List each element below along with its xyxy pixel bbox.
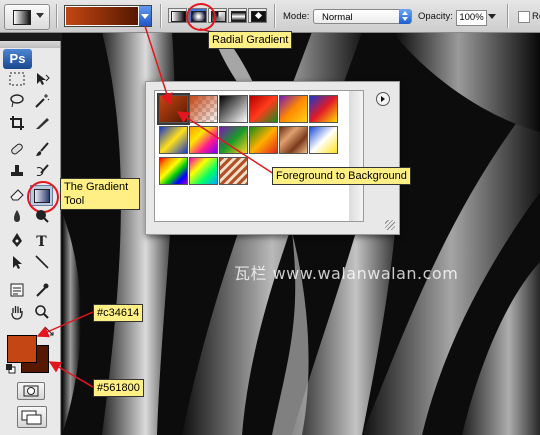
gradient-swatch[interactable] <box>279 95 308 123</box>
eyedropper-tool-icon[interactable] <box>30 282 53 303</box>
quick-mask-button[interactable] <box>17 382 45 400</box>
tool-preset-picker[interactable] <box>4 4 50 30</box>
mode-select[interactable]: Normal <box>313 9 412 24</box>
photoshop-logo[interactable]: Ps <box>3 49 32 69</box>
mode-value: Normal <box>322 12 353 23</box>
gradient-swatch[interactable] <box>189 95 218 123</box>
gradient-picker-button[interactable] <box>64 5 152 27</box>
callout-radial-gradient: Radial Gradient <box>208 31 293 49</box>
chevron-down-icon[interactable] <box>139 6 151 26</box>
callout-fg-to-bg: Foreground to Background <box>272 167 411 185</box>
crop-tool-icon[interactable] <box>5 115 28 136</box>
gradient-swatch[interactable] <box>219 157 248 185</box>
diamond-gradient-button[interactable] <box>248 8 267 23</box>
gradient-swatch[interactable] <box>157 93 190 125</box>
callout-fg-hex: #c34614 <box>93 304 144 322</box>
zoom-tool-icon[interactable] <box>30 304 53 325</box>
gradient-preview <box>66 7 138 25</box>
notes-tool-icon[interactable] <box>5 282 28 303</box>
resize-grip-icon[interactable] <box>385 220 395 230</box>
callout-gradient-tool: The Gradient Tool <box>60 178 140 210</box>
opacity-slider-arrow-icon[interactable] <box>488 14 496 19</box>
gradient-swatch[interactable] <box>279 126 308 154</box>
default-colors-icon[interactable] <box>5 363 16 376</box>
reflected-gradient-icon <box>231 11 246 22</box>
diamond-gradient-icon <box>251 11 266 22</box>
hand-tool-icon[interactable] <box>5 304 28 325</box>
divider <box>56 4 58 28</box>
divider <box>507 4 509 28</box>
marquee-tool-icon[interactable] <box>5 71 28 92</box>
options-bar: Mode: Normal Opacity: 100% Re <box>0 0 540 33</box>
panel-menu-arrow-icon[interactable] <box>376 92 390 106</box>
line-shape-tool-icon[interactable] <box>30 254 53 275</box>
gradient-swatch[interactable] <box>249 95 278 123</box>
reverse-checkbox[interactable] <box>518 11 530 23</box>
gradient-swatch-grid <box>154 90 351 222</box>
path-selection-tool-icon[interactable] <box>5 254 28 275</box>
gradient-swatch[interactable] <box>189 157 218 185</box>
pen-tool-icon[interactable] <box>5 232 28 253</box>
highlight-circle <box>186 3 216 31</box>
gradient-swatch[interactable] <box>219 126 248 154</box>
reflected-gradient-button[interactable] <box>228 8 247 23</box>
callout-bg-hex: #561800 <box>93 379 144 397</box>
slice-tool-icon[interactable] <box>30 115 53 136</box>
clone-stamp-tool-icon[interactable] <box>5 163 28 184</box>
gradient-swatch[interactable] <box>189 126 218 154</box>
magic-wand-tool-icon[interactable] <box>30 93 53 114</box>
opacity-input[interactable]: 100% <box>456 10 487 26</box>
gradient-swatch[interactable] <box>219 95 248 123</box>
swap-colors-icon[interactable] <box>44 326 54 338</box>
linear-gradient-icon <box>171 11 186 22</box>
watermark: 瓦栏 www.walanwalan.com <box>234 264 459 283</box>
gradient-swatch[interactable] <box>309 95 338 123</box>
screen-mode-button[interactable] <box>17 406 47 428</box>
blur-tool-icon[interactable] <box>5 208 28 229</box>
gradient-swatch[interactable] <box>249 126 278 154</box>
reverse-label: Re <box>532 11 540 22</box>
divider <box>274 4 276 28</box>
divider <box>160 4 162 28</box>
toolbox-panel: Ps T <box>0 41 61 435</box>
mode-label: Mode: <box>283 11 310 22</box>
dodge-tool-icon[interactable] <box>30 208 53 229</box>
chevron-down-icon <box>36 13 44 18</box>
healing-brush-tool-icon[interactable] <box>5 141 28 162</box>
type-tool-icon[interactable]: T <box>30 232 53 253</box>
gradient-picker-popup <box>145 81 400 235</box>
opacity-label: Opacity: <box>418 11 453 22</box>
gradient-swatch[interactable] <box>309 126 338 154</box>
toolbox-titlebar[interactable] <box>0 41 60 48</box>
linear-gradient-button[interactable] <box>168 8 187 23</box>
foreground-color-swatch[interactable] <box>7 335 37 363</box>
updown-arrows-icon <box>399 9 411 24</box>
gradient-swatch[interactable] <box>159 126 188 154</box>
lasso-tool-icon[interactable] <box>5 93 28 114</box>
gradient-tool-icon <box>13 10 31 25</box>
scrollbar[interactable] <box>349 90 364 222</box>
brush-tool-icon[interactable] <box>30 141 53 162</box>
eraser-tool-icon[interactable] <box>5 186 28 207</box>
move-tool-icon[interactable] <box>30 71 53 92</box>
gradient-swatch[interactable] <box>159 157 188 185</box>
